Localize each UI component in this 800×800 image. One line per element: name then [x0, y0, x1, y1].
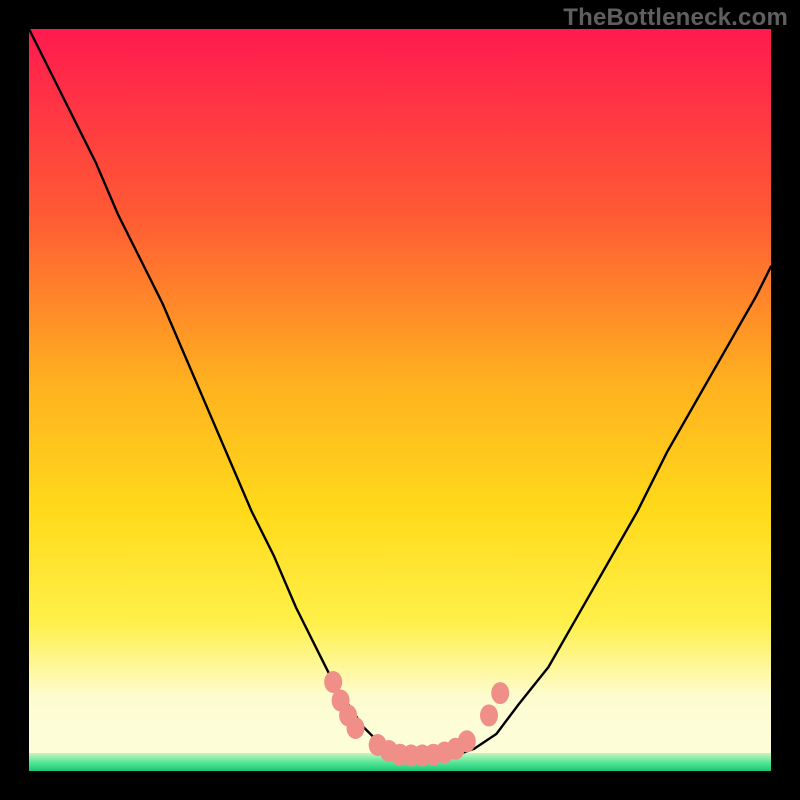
gradient-background — [29, 29, 771, 771]
highlight-marker — [458, 730, 476, 752]
highlight-marker — [491, 682, 509, 704]
highlight-marker — [480, 704, 498, 726]
chart-plot — [29, 29, 771, 771]
chart-frame: TheBottleneck.com — [0, 0, 800, 800]
highlight-marker — [347, 717, 365, 739]
watermark-text: TheBottleneck.com — [563, 4, 788, 32]
